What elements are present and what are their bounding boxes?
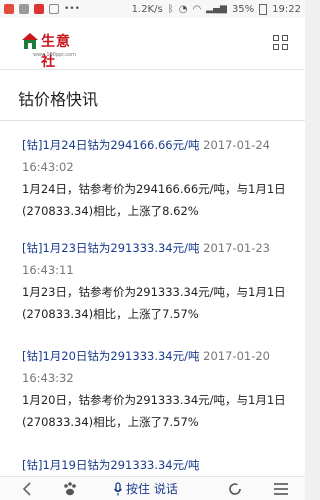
house-logo-icon [22,33,38,49]
news-headline[interactable]: [钴]1月20日钴为291333.34元/吨 [22,349,200,363]
news-item[interactable]: [钴]1月23日钴为291333.34元/吨 2017-01-23 16:43:… [22,237,292,325]
news-summary: 1月20日，钴参考价为291333.34元/吨，与1月1日(270833.34)… [22,393,286,429]
voice-input-button[interactable]: 按住 说话 [113,480,178,497]
voice-input-label: 按住 说话 [126,482,178,496]
page-title: 钴价格快讯 [18,90,99,109]
battery-level: 35% [231,3,255,15]
image-icon [19,4,29,14]
menu-grid-button[interactable] [273,35,289,51]
grid-icon-cell [273,44,279,50]
news-headline[interactable]: [钴]1月24日钴为294166.66元/吨 [22,138,200,152]
mail-icon [49,4,59,14]
signal-icon: ▂▄▆ [206,4,227,14]
notification-icon [4,4,14,14]
network-speed: 1.2K/s [131,3,163,15]
alarm-icon: ◔ [178,3,188,15]
bluetooth-icon: ᛒ [167,3,174,15]
main-content: 钴价格快讯 [钴]1月24日钴为294166.66元/吨 2017-01-24 … [0,70,305,476]
wifi-icon: ◠ [192,3,202,15]
microphone-icon [114,481,122,495]
news-summary: 1月23日，钴参考价为291333.34元/吨，与1月1日(270833.34)… [22,285,286,321]
news-headline[interactable]: [钴]1月19日钴为291333.34元/吨 [22,458,200,472]
site-logo[interactable]: 生意社 www.100ppi.com [21,32,83,70]
news-item[interactable]: [钴]1月19日钴为291333.34元/吨 [22,454,292,476]
status-bar: ••• 1.2K/s ᛒ ◔ ◠ ▂▄▆ 35% 19:22 [0,0,305,18]
grid-icon-cell [282,44,288,50]
grid-icon-cell [282,35,288,41]
logo-url: www.100ppi.com [33,52,76,58]
back-icon[interactable] [22,481,32,497]
news-summary: 1月24日，钴参考价为294166.66元/吨，与1月1日(270833.34)… [22,182,286,218]
grid-icon [273,35,279,41]
menu-icon[interactable] [273,481,289,495]
news-headline[interactable]: [钴]1月23日钴为291333.34元/吨 [22,241,200,255]
title-divider [0,120,305,121]
clock: 19:22 [272,3,301,15]
app-header: 生意社 www.100ppi.com [0,18,305,70]
app-icon [34,4,44,14]
more-notifications-icon: ••• [64,4,80,14]
logo-text: 生意社 [41,34,71,70]
paw-icon[interactable] [62,481,78,497]
news-item[interactable]: [钴]1月24日钴为294166.66元/吨 2017-01-24 16:43:… [22,134,292,222]
battery-icon [259,3,268,15]
bottom-navigation: 按住 说话 [0,476,305,500]
refresh-icon[interactable] [227,481,243,497]
news-item[interactable]: [钴]1月20日钴为291333.34元/吨 2017-01-20 16:43:… [22,345,292,433]
